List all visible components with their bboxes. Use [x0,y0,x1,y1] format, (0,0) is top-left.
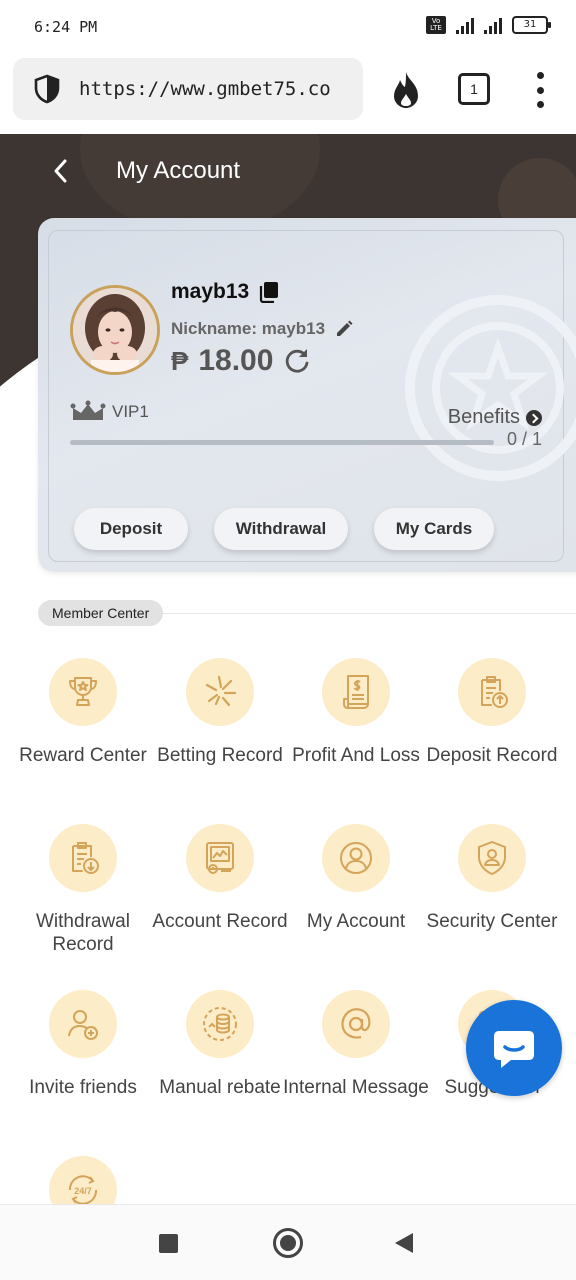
trophy-icon-circle [49,658,117,726]
home-button[interactable] [273,1228,303,1258]
menu-item-manual-rebate[interactable]: Manual rebate [145,990,295,1099]
nickname: Nickname: mayb13 [171,319,326,338]
menu-label: Reward Center [19,745,147,766]
shield-user-icon-circle [458,824,526,892]
user-circle-icon-circle [322,824,390,892]
menu-label: Invite friends [29,1077,137,1098]
url-text[interactable]: https://www.gmbet75.co [79,78,347,100]
benefits-label: Benefits [447,406,520,428]
fire-icon[interactable] [388,70,424,110]
menu-label: Account Record [152,911,288,932]
vip-level: VIP1 [112,402,149,421]
support-24-7-text: 24/7 [74,1186,92,1196]
nickname-row: Nickname: mayb13 [171,319,353,339]
clipboard-download-icon-circle [49,824,117,892]
add-user-icon-circle [49,990,117,1058]
menu-item-internal-message[interactable]: Internal Message [281,990,431,1099]
member-center-title: Member Center [38,600,164,626]
refresh-icon[interactable] [283,347,311,375]
battery-icon: 31 [512,16,551,34]
menu-label: Security Center [426,911,558,932]
receipt-icon [343,675,369,709]
copy-icon[interactable] [259,281,279,303]
menu-item-profit-and-loss[interactable]: Profit And Loss [281,658,431,767]
status-time: 6:24 PM [34,18,98,36]
recent-apps-button[interactable] [159,1234,178,1253]
at-icon-circle [322,990,390,1058]
betting-icon [205,675,237,707]
betting-icon-circle [186,658,254,726]
shield-user-icon [478,841,506,875]
menu-label: My Account [306,911,406,932]
system-nav-bar [0,1204,576,1280]
back-arrow-icon[interactable] [48,156,72,186]
star-badge-watermark-icon [405,295,576,481]
menu-item-security-center[interactable]: Security Center [417,824,567,933]
menu-item-betting-record[interactable]: Betting Record [145,658,295,767]
chevron-right-icon [526,409,542,426]
balance-row: ₱ 18.00 [171,344,311,378]
shield-icon[interactable] [31,73,63,105]
coins-icon [203,1007,237,1041]
coins-icon-circle [186,990,254,1058]
account-record-icon-circle [186,824,254,892]
status-bar: 6:24 PM Vo LTE 31 [0,0,576,56]
member-center-header: Member Center [38,600,576,626]
add-user-icon [68,1010,98,1040]
benefits-link[interactable]: Benefits [448,406,542,429]
browser-toolbar: https://www.gmbet75.co 1 [0,56,576,134]
pencil-icon[interactable] [335,320,353,338]
menu-label: Manual rebate [159,1077,281,1098]
menu-label: Betting Record [157,745,283,766]
menu-label: Withdrawal Record [36,911,130,955]
menu-item-my-account[interactable]: My Account [281,824,431,933]
menu-label: Deposit Record [426,745,558,766]
user-circle-icon [340,842,372,874]
account-card: mayb13 Nickname: mayb13 ₱ 18.00 VIP1 Ben… [38,218,576,572]
menu-item-reward-center[interactable]: Reward Center [8,658,158,767]
username-row: mayb13 [171,280,279,304]
account-record-icon [206,842,234,874]
balance-amount: 18.00 [198,344,274,377]
signal-icon [456,16,474,34]
clipboard-download-icon [72,842,99,874]
clipboard-upload-icon [481,676,508,708]
menu-item-withdrawal-record[interactable]: Withdrawal Record [8,824,158,956]
status-icons: Vo LTE 31 [426,16,551,34]
my-cards-button[interactable]: My Cards [374,508,494,550]
currency-symbol: ₱ [171,345,189,376]
avatar-image [73,288,157,372]
chat-bubble-icon [494,1031,534,1068]
receipt-icon-circle [322,658,390,726]
signal-icon-2 [484,16,502,34]
avatar[interactable] [70,285,160,375]
crown-icon [70,400,106,420]
menu-label: Internal Message [283,1077,429,1098]
vip-progress-count: 0 / 1 [506,429,542,449]
menu-item-deposit-record[interactable]: Deposit Record [417,658,567,767]
url-bar[interactable]: https://www.gmbet75.co [13,58,363,120]
at-icon [341,1008,371,1039]
menu-label: Profit And Loss [292,745,420,766]
tabs-button[interactable]: 1 [458,73,490,105]
volte-icon: Vo LTE [426,16,446,34]
system-back-button[interactable] [395,1233,413,1253]
username: mayb13 [171,280,250,303]
vip-row: VIP1 [70,400,149,424]
trophy-icon [69,677,97,706]
page-title: My Account [116,157,241,184]
deposit-button[interactable]: Deposit [74,508,188,550]
menu-item-invite-friends[interactable]: Invite friends [8,990,158,1099]
withdrawal-button[interactable]: Withdrawal [214,508,348,550]
more-menu-icon[interactable] [530,72,550,108]
live-chat-button[interactable] [466,1000,562,1096]
clipboard-upload-icon-circle [458,658,526,726]
vip-progress-bar [70,440,494,445]
menu-item-account-record[interactable]: Account Record [145,824,295,933]
